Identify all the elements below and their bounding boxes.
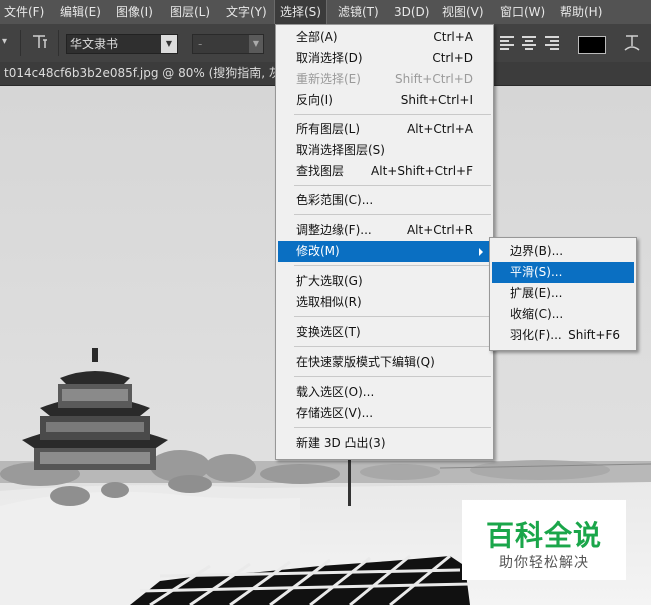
menu-item-reselect: 重新选择(E) Shift+Ctrl+D — [296, 72, 473, 86]
align-left-icon[interactable] — [500, 36, 514, 50]
font-family-value: 华文隶书 — [70, 37, 119, 51]
submenu-arrow-icon — [479, 248, 483, 256]
menu-item-modify[interactable]: 修改(M) — [278, 241, 491, 262]
menu-type[interactable]: 文字(Y) — [226, 0, 267, 24]
menu-item-similar[interactable]: 选取相似(R) — [278, 292, 491, 313]
text-orientation-icon[interactable] — [30, 32, 50, 52]
menu-item-grow[interactable]: 扩大选取(G) — [278, 271, 491, 292]
document-title: t014c48cf6b3b2e085f.jpg @ 80% (搜狗指南, 灰色 — [4, 66, 293, 80]
options-divider — [58, 30, 59, 56]
watermark-subtitle: 助你轻松解决 — [499, 555, 589, 571]
menu-view[interactable]: 视图(V) — [442, 0, 484, 24]
text-color-swatch[interactable] — [578, 36, 606, 54]
menu-separator — [294, 265, 491, 266]
font-style-select[interactable]: - ▼ — [192, 34, 264, 54]
menu-item-transform-selection[interactable]: 变换选区(T) — [278, 322, 491, 343]
menu-layer[interactable]: 图层(L) — [170, 0, 210, 24]
menu-separator — [294, 346, 491, 347]
watermark-title: 百科全说 — [485, 519, 602, 552]
menu-separator — [294, 427, 491, 428]
warp-text-icon[interactable] — [622, 32, 642, 54]
submenu-item-feather[interactable]: 羽化(F)... Shift+F6 — [492, 325, 634, 346]
menu-item-new-3d-extrusion[interactable]: 新建 3D 凸出(3) — [278, 433, 491, 454]
menu-separator — [294, 376, 491, 377]
menu-3d[interactable]: 3D(D) — [394, 0, 429, 24]
menu-select[interactable]: 选择(S) — [274, 0, 327, 25]
options-divider — [20, 30, 21, 56]
submenu-item-contract[interactable]: 收缩(C)... — [492, 304, 634, 325]
chevron-down-icon: ▼ — [161, 35, 177, 53]
menu-edit[interactable]: 编辑(E) — [60, 0, 101, 24]
modify-submenu: 边界(B)... 平滑(S)... 扩展(E)... 收缩(C)... 羽化(F… — [489, 237, 637, 351]
watermark-logo: 百科全说 助你轻松解决 — [462, 500, 626, 580]
menu-filter[interactable]: 滤镜(T) — [338, 0, 379, 24]
submenu-item-expand[interactable]: 扩展(E)... — [492, 283, 634, 304]
menu-file[interactable]: 文件(F) — [4, 0, 44, 24]
font-family-select[interactable]: 华文隶书 ▼ — [66, 34, 178, 54]
menu-item-save-selection[interactable]: 存储选区(V)... — [278, 403, 491, 424]
align-right-icon[interactable] — [545, 36, 559, 50]
chevron-down-icon: ▼ — [249, 35, 263, 53]
submenu-item-border[interactable]: 边界(B)... — [492, 241, 634, 262]
menu-separator — [294, 114, 491, 115]
menu-separator — [294, 214, 491, 215]
tool-preset-arrow-icon[interactable]: ▾ — [2, 36, 7, 47]
menu-item-inverse[interactable]: 反向(I) Shift+Ctrl+I — [278, 90, 491, 111]
align-center-icon[interactable] — [522, 36, 536, 50]
menu-item-find-layers[interactable]: 查找图层 Alt+Shift+Ctrl+F — [278, 161, 491, 182]
menu-bar: 文件(F) 编辑(E) 图像(I) 图层(L) 文字(Y) 选择(S) 滤镜(T… — [0, 0, 651, 25]
menu-item-color-range[interactable]: 色彩范围(C)... — [278, 190, 491, 211]
menu-item-deselect-layers[interactable]: 取消选择图层(S) — [278, 140, 491, 161]
menu-separator — [294, 316, 491, 317]
select-menu: 全部(A) Ctrl+A 取消选择(D) Ctrl+D 重新选择(E) Shift+C… — [275, 24, 494, 460]
menu-item-quick-mask[interactable]: 在快速蒙版模式下编辑(Q) — [278, 352, 491, 373]
font-style-value: - — [198, 37, 203, 51]
menu-help[interactable]: 帮助(H) — [560, 0, 602, 24]
submenu-item-smooth[interactable]: 平滑(S)... — [492, 262, 634, 283]
menu-item-all[interactable]: 全部(A) Ctrl+A — [278, 27, 491, 48]
menu-window[interactable]: 窗口(W) — [500, 0, 545, 24]
menu-item-load-selection[interactable]: 载入选区(O)... — [278, 382, 491, 403]
menu-item-refine-edge[interactable]: 调整边缘(F)... Alt+Ctrl+R — [278, 220, 491, 241]
menu-separator — [294, 185, 491, 186]
menu-image[interactable]: 图像(I) — [116, 0, 153, 24]
menu-item-deselect[interactable]: 取消选择(D) Ctrl+D — [278, 48, 491, 69]
menu-item-all-layers[interactable]: 所有图层(L) Alt+Ctrl+A — [278, 119, 491, 140]
